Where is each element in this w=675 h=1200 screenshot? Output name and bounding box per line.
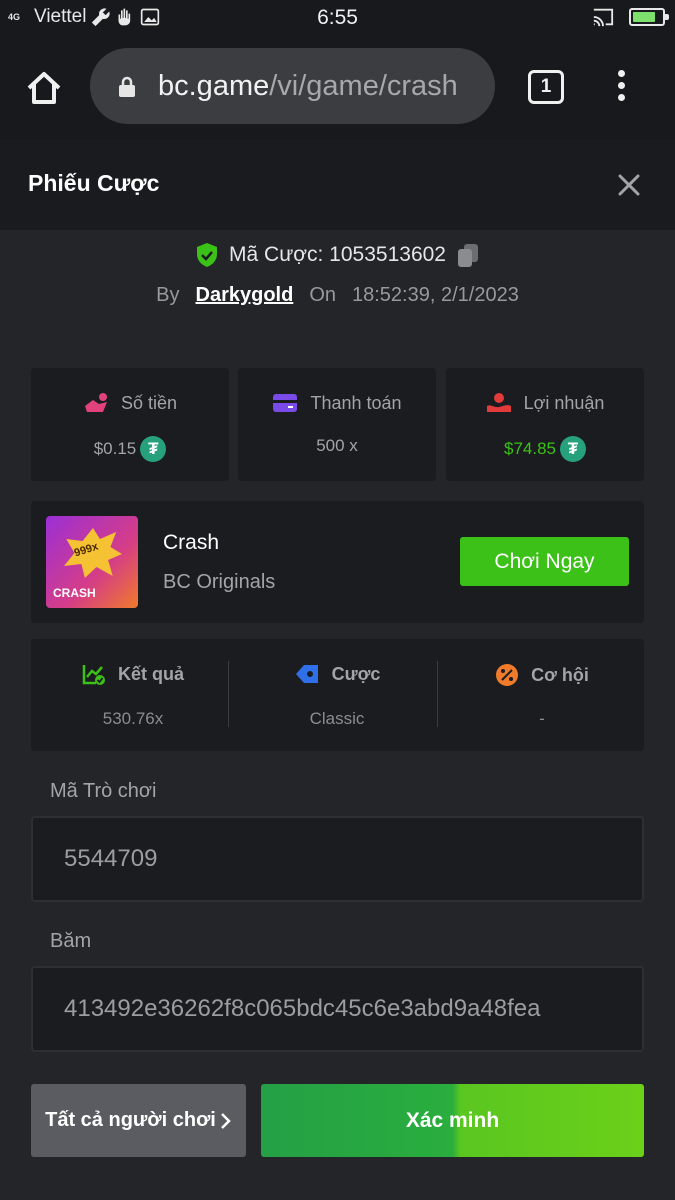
game-card: 999x CRASH Crash BC Originals Chơi Ngay (31, 501, 644, 623)
browser-toolbar: bc.game/vi/game/crash 1 (0, 36, 675, 140)
status-right (591, 6, 669, 28)
url-text: bc.game/vi/game/crash (158, 70, 458, 103)
result-label-crash: Kết quả (117, 663, 184, 684)
bet-tag-icon (295, 665, 318, 683)
result-value-crash: 530.76x (102, 709, 164, 728)
chart-check-icon (82, 665, 105, 685)
result-label-chance: Cơ hội (531, 664, 589, 685)
on-label: On (309, 284, 336, 306)
verify-button[interactable]: Xác minh (261, 1084, 644, 1157)
tether-icon: ₮ (560, 436, 586, 462)
stat-label-profit: Lợi nhuận (523, 392, 605, 413)
bet-id: Mã Cược: 1053513602 (229, 243, 446, 266)
browser-menu-button[interactable] (606, 70, 636, 106)
game-name: Crash (163, 531, 220, 554)
stat-card-payout: Thanh toán 500 x (238, 368, 436, 481)
bet-byline: By Darkygold On 18:52:39, 2/1/2023 (0, 284, 675, 307)
result-panel: Kết quả 530.76x Cược Classic Cơ hội - (31, 639, 644, 751)
close-icon[interactable] (616, 172, 642, 198)
result-value-chance: - (539, 709, 545, 728)
result-col-crash: Kết quả 530.76x (31, 639, 235, 751)
result-col-chance: Cơ hội - (440, 639, 644, 751)
url-path: /vi/game/crash (269, 70, 458, 102)
stat-label-amount: Số tiền (120, 392, 178, 413)
result-col-bet: Cược Classic (235, 639, 439, 751)
home-icon[interactable] (24, 68, 64, 108)
hash-field[interactable]: 413492e36262f8c065bdc45c6e3abd9a48fea (31, 966, 644, 1052)
stat-label-payout: Thanh toán (310, 392, 402, 413)
stat-card-amount: Số tiền $0.15 ₮ (31, 368, 229, 481)
status-bar: 4G Viettel 6:55 (0, 0, 675, 36)
result-divider (228, 661, 229, 727)
clock: 6:55 (317, 6, 358, 29)
tether-icon: ₮ (140, 436, 167, 462)
username-link[interactable]: Darkygold (196, 284, 294, 307)
all-players-button[interactable]: Tất cả người chơi (31, 1084, 246, 1157)
stat-value-payout: 500 x (316, 436, 358, 455)
hash-label: Băm (50, 930, 92, 952)
url-host: bc.game (158, 70, 270, 102)
dialog-title: Phiếu Cược (28, 170, 160, 196)
tab-switcher-button[interactable]: 1 (528, 70, 564, 104)
cast-icon (593, 8, 614, 27)
stat-value-amount: $0.15 (93, 439, 137, 458)
copy-icon[interactable] (456, 242, 480, 268)
profit-icon (486, 393, 511, 412)
result-divider (437, 661, 438, 727)
by-label: By (156, 284, 180, 306)
game-provider: BC Originals (163, 571, 276, 593)
bet-amount-icon (84, 393, 107, 412)
address-bar[interactable]: bc.game/vi/game/crash (90, 48, 495, 124)
lock-icon (119, 76, 135, 97)
thumb-label: CRASH (53, 586, 96, 600)
chevron-right-icon (220, 1112, 231, 1129)
stat-value-profit: $74.85 (504, 439, 556, 458)
bet-datetime: 18:52:39, 2/1/2023 (352, 284, 519, 306)
game-id-label: Mã Trò chơi (50, 780, 157, 802)
dialog-header: Phiếu Cược (0, 140, 675, 230)
wallet-icon (273, 394, 298, 412)
all-players-label: Tất cả người chơi (45, 1109, 216, 1131)
percent-icon (496, 664, 519, 686)
game-id-field[interactable]: 5544709 (31, 816, 644, 902)
bet-id-row: Mã Cược: 1053513602 (0, 242, 675, 274)
stat-card-profit: Lợi nhuận $74.85 ₮ (446, 368, 644, 481)
verified-shield-icon (197, 243, 218, 267)
result-value-bet: Classic (309, 709, 365, 728)
battery-icon (629, 8, 669, 26)
result-label-bet: Cược (331, 663, 381, 684)
game-thumbnail[interactable]: 999x CRASH (46, 516, 138, 608)
play-now-button[interactable]: Chơi Ngay (460, 537, 629, 586)
